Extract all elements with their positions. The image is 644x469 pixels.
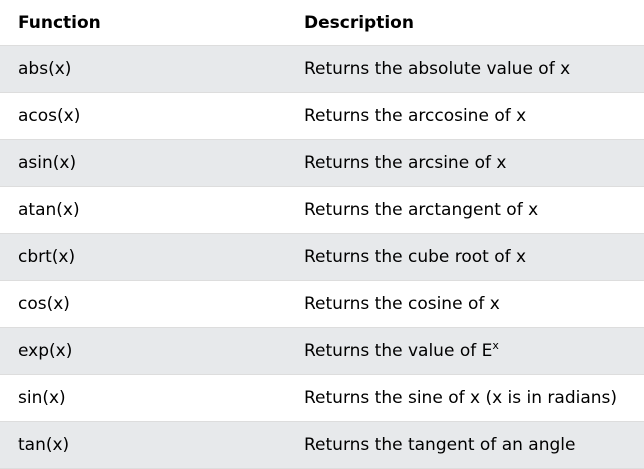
table-row: exp(x) Returns the value of Ex <box>0 327 644 375</box>
table-body: abs(x) Returns the absolute value of x a… <box>0 45 644 469</box>
function-cell: tan(x) <box>0 421 286 469</box>
function-cell: cos(x) <box>0 280 286 328</box>
exponent-superscript: x <box>492 339 499 352</box>
table-row: asin(x) Returns the arcsine of x <box>0 139 644 187</box>
description-text: Returns the value of E <box>304 341 493 361</box>
math-functions-table: Function Description abs(x) Returns the … <box>0 0 644 469</box>
header-row: Function Description <box>0 0 644 46</box>
function-cell: asin(x) <box>0 139 286 187</box>
table-row: tan(x) Returns the tangent of an angle <box>0 421 644 469</box>
table-row: sin(x) Returns the sine of x (x is in ra… <box>0 374 644 422</box>
table-header: Function Description <box>0 0 644 46</box>
function-cell: abs(x) <box>0 45 286 93</box>
function-cell: sin(x) <box>0 374 286 422</box>
function-cell: atan(x) <box>0 186 286 234</box>
table-row: atan(x) Returns the arctangent of x <box>0 186 644 234</box>
description-cell: Returns the tangent of an angle <box>286 421 644 469</box>
description-cell: Returns the arctangent of x <box>286 186 644 234</box>
description-cell: Returns the absolute value of x <box>286 45 644 93</box>
table-row: cbrt(x) Returns the cube root of x <box>0 233 644 281</box>
header-function: Function <box>0 0 286 46</box>
description-cell: Returns the cube root of x <box>286 233 644 281</box>
function-cell: acos(x) <box>0 92 286 140</box>
table-row: cos(x) Returns the cosine of x <box>0 280 644 328</box>
description-cell: Returns the sine of x (x is in radians) <box>286 374 644 422</box>
description-cell: Returns the value of Ex <box>286 327 644 375</box>
header-description: Description <box>286 0 644 46</box>
description-cell: Returns the cosine of x <box>286 280 644 328</box>
function-cell: cbrt(x) <box>0 233 286 281</box>
function-cell: exp(x) <box>0 327 286 375</box>
table-row: acos(x) Returns the arccosine of x <box>0 92 644 140</box>
table-row: abs(x) Returns the absolute value of x <box>0 45 644 93</box>
description-cell: Returns the arccosine of x <box>286 92 644 140</box>
description-cell: Returns the arcsine of x <box>286 139 644 187</box>
